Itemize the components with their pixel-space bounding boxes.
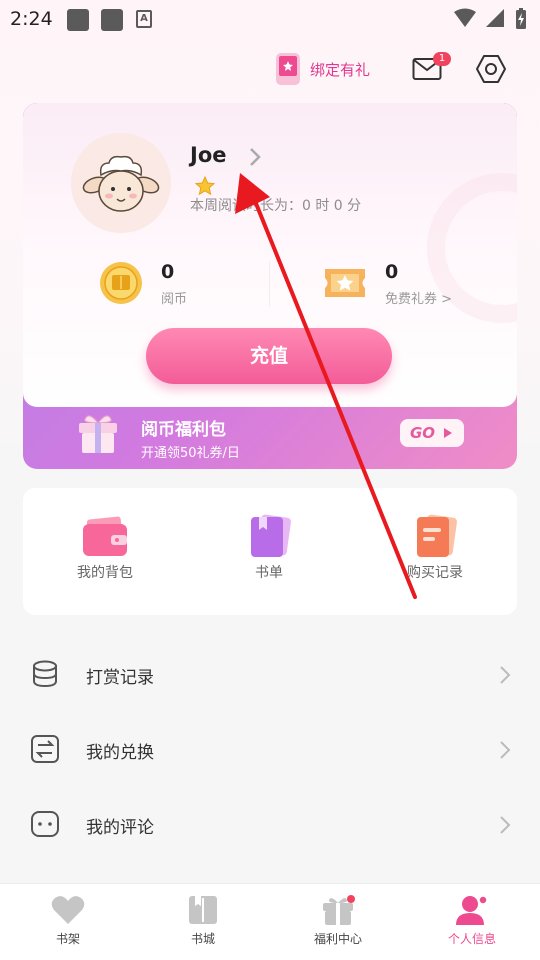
ticket-icon xyxy=(325,269,365,297)
signal-icon xyxy=(486,9,504,27)
profile-card: Joe 本周阅读时长为：0 时 0 分 0 阅币 0 免费礼券 > 充值 阅币福… xyxy=(23,103,517,469)
status-bar: 2:24 A xyxy=(0,0,540,38)
quick-item-purchase-history[interactable]: 购买记录 xyxy=(375,514,495,584)
menu-item-reward-records[interactable]: 打赏记录 xyxy=(0,637,540,711)
exchange-icon xyxy=(31,735,59,763)
menu-item-label: 打赏记录 xyxy=(86,668,154,688)
tab-bookshelf[interactable]: 书架 xyxy=(13,894,123,954)
menu-item-my-comments[interactable]: 我的评论 xyxy=(0,787,540,861)
avatar[interactable] xyxy=(71,133,171,233)
welfare-go-button[interactable]: GO xyxy=(400,419,464,447)
gift-box-icon xyxy=(79,415,117,453)
coin-icon xyxy=(100,262,142,304)
stat-divider xyxy=(269,261,270,307)
wifi-icon xyxy=(454,8,476,27)
bind-gift-button[interactable]: 绑定有礼 xyxy=(274,52,370,86)
settings-icon[interactable] xyxy=(474,52,508,86)
menu-item-label: 我的评论 xyxy=(86,818,154,838)
status-icons xyxy=(454,8,526,29)
quick-item-booklist[interactable]: 书单 xyxy=(209,514,329,584)
receipt-icon xyxy=(417,514,457,557)
quick-item-label: 书单 xyxy=(255,565,283,581)
tab-label: 福利中心 xyxy=(313,932,362,946)
welfare-subtitle: 开通领50礼券/日 xyxy=(141,446,240,461)
font-icon: A xyxy=(136,10,152,28)
tab-personal-info[interactable]: 个人信息 xyxy=(417,894,527,954)
tab-label: 书架 xyxy=(55,932,80,946)
gift-icon xyxy=(323,895,355,925)
chevron-right-icon xyxy=(500,816,511,834)
mail-badge: 1 xyxy=(433,52,451,66)
coins-label: 阅币 xyxy=(161,292,188,307)
notification-dot xyxy=(347,895,355,903)
welfare-title: 阅币福利包 xyxy=(141,420,226,440)
tab-label: 书城 xyxy=(190,932,215,946)
person-icon xyxy=(456,895,488,925)
chevron-right-icon xyxy=(500,741,511,759)
star-level-icon xyxy=(194,175,216,196)
tab-welfare-center[interactable]: 福利中心 xyxy=(283,894,393,954)
go-label: GO xyxy=(410,424,436,442)
quick-actions-card: 我的背包 书单 购买记录 xyxy=(23,488,517,615)
profile-inner: Joe 本周阅读时长为：0 时 0 分 0 阅币 0 免费礼券 > 充值 xyxy=(23,103,517,407)
menu-item-label: 我的兑换 xyxy=(86,743,154,763)
weekly-reading-time: 本周阅读时长为：0 时 0 分 xyxy=(190,198,362,214)
sheep-avatar-icon xyxy=(71,133,171,233)
notification-icon xyxy=(101,9,123,31)
recharge-button[interactable]: 充值 xyxy=(146,328,392,384)
chevron-right-icon[interactable] xyxy=(248,146,262,168)
wallet-icon xyxy=(83,516,127,556)
tab-bookstore[interactable]: 书城 xyxy=(148,894,258,954)
quick-item-backpack[interactable]: 我的背包 xyxy=(45,514,165,584)
heart-icon xyxy=(51,896,85,924)
tab-label: 个人信息 xyxy=(447,932,496,946)
play-icon xyxy=(444,428,452,438)
quick-item-label: 我的背包 xyxy=(77,565,133,581)
coins-value: 0 xyxy=(161,261,175,283)
menu-item-my-exchange[interactable]: 我的兑换 xyxy=(0,712,540,786)
bind-gift-label: 绑定有礼 xyxy=(310,60,371,79)
comment-icon xyxy=(31,811,59,837)
coins-stat[interactable]: 0 阅币 xyxy=(99,261,249,311)
chevron-right-icon xyxy=(500,666,511,684)
status-time: 2:24 xyxy=(10,8,53,30)
book-list-icon xyxy=(251,514,291,557)
notification-icon xyxy=(67,9,89,31)
coupons-label: 免费礼券 > xyxy=(385,292,453,307)
quick-item-label: 购买记录 xyxy=(407,565,463,581)
username[interactable]: Joe xyxy=(190,143,226,167)
coupons-value: 0 xyxy=(385,261,399,283)
coupons-stat[interactable]: 0 免费礼券 > xyxy=(323,261,493,311)
coins-stack-icon xyxy=(33,660,57,688)
tab-bar: 书架 书城 福利中心 个人信息 xyxy=(0,883,540,960)
book-icon xyxy=(189,896,217,924)
phone-gift-icon xyxy=(276,53,300,85)
